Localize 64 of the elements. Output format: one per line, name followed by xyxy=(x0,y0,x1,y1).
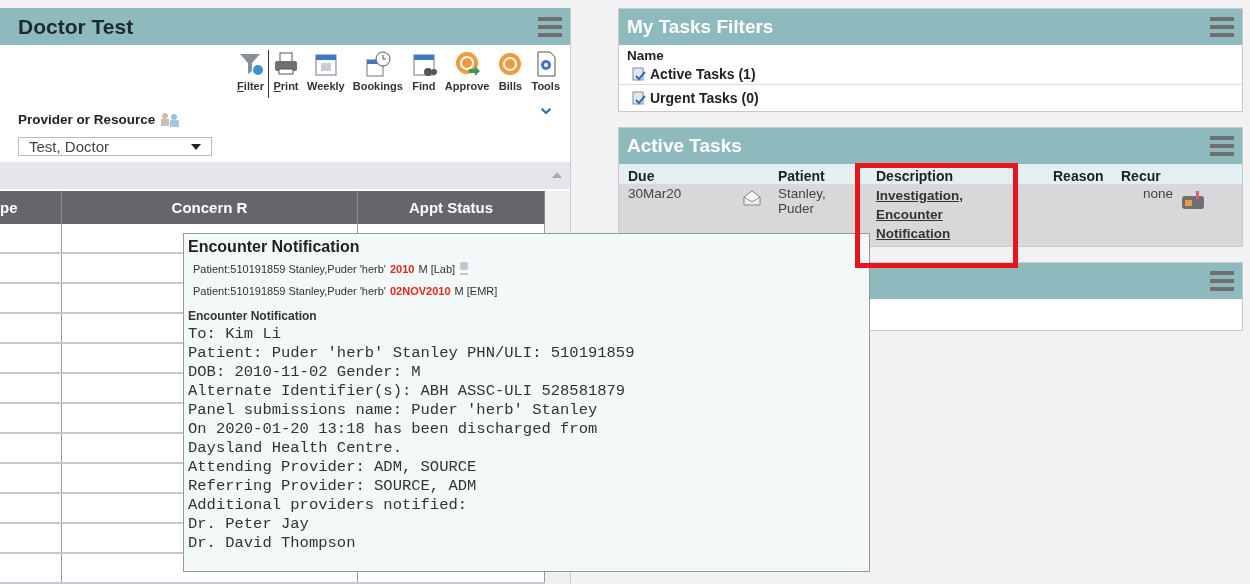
printer-icon xyxy=(273,50,299,78)
message-line: Panel submissions name: Puder 'herb' Stanley xyxy=(188,401,599,420)
column-header: Patient xyxy=(778,168,826,184)
mailbox-icon[interactable] xyxy=(1181,190,1207,210)
table-cell-text: Stanley, Puder xyxy=(778,186,827,216)
menu-icon[interactable] xyxy=(1210,136,1234,156)
filter-item[interactable]: Active Tasks (1) xyxy=(619,63,1242,85)
column-header: Reason xyxy=(1053,168,1105,184)
column-header: Due xyxy=(628,168,656,184)
description-link[interactable]: Investigation, Encounter Notification xyxy=(876,186,1016,243)
message-line: Alternate Identifier(s): ABH ASSC-ULI 528581879 xyxy=(188,382,627,401)
toolbar-button[interactable]: Weekly xyxy=(307,50,345,98)
patient-info: Patient:510191859 Stanley,Puder 'herb' xyxy=(193,285,386,297)
toolbar-button[interactable]: Tools xyxy=(531,50,560,98)
birth-date: 02NOV2010 xyxy=(390,285,451,297)
popup-subtitle: Encounter Notification xyxy=(188,309,318,323)
menu-icon[interactable] xyxy=(538,16,562,37)
message-line: On 2020-01-20 13:18 has been discharged from xyxy=(188,420,599,439)
menu-icon[interactable] xyxy=(1210,271,1234,291)
calendar-clock-icon xyxy=(364,50,391,78)
toolbar-button[interactable]: Print xyxy=(273,50,299,98)
column-header: Concern R xyxy=(62,191,358,224)
toolbar-button[interactable]: Bills xyxy=(497,50,524,98)
message-line: Attending Provider: ADM, SOURCE xyxy=(188,458,478,477)
message-line: Additional providers notified: xyxy=(188,496,469,515)
provider-dropdown[interactable]: Test, Doctor xyxy=(18,137,212,157)
message-line: Patient: Puder 'herb' Stanley PHN/ULI: 510191859 xyxy=(188,344,636,363)
message-line: Dr. David Thompson xyxy=(188,534,357,553)
message-line: Daysland Health Centre. xyxy=(188,439,403,458)
envelope-icon[interactable] xyxy=(743,190,761,206)
task-list-icon xyxy=(631,90,647,106)
column-header: Description xyxy=(876,168,954,184)
column-header: Recur xyxy=(1121,168,1162,184)
column-header: Name xyxy=(626,47,665,63)
patient-info: Patient:510191859 Stanley,Puder 'herb' xyxy=(193,263,386,275)
table-cell-text: 30Mar20 xyxy=(628,186,683,201)
dropdown-arrow-icon[interactable] xyxy=(191,143,201,150)
birth-date: 2010 xyxy=(390,263,415,275)
toolbar-button[interactable]: Approve xyxy=(444,50,490,98)
scroll-up-icon[interactable] xyxy=(552,172,562,179)
message-line: Referring Provider: SOURCE, ADM xyxy=(188,477,478,496)
people-icon xyxy=(160,111,181,128)
field-label: Provider or Resource xyxy=(18,111,156,127)
task-list-icon xyxy=(631,65,647,82)
patient-source: M [Lab] xyxy=(418,263,456,275)
table-cell-text: none xyxy=(1141,186,1174,201)
chevron-down-icon[interactable] xyxy=(539,108,553,116)
toolbar-button[interactable]: Filter xyxy=(237,50,264,98)
panel-title: My Tasks Filters xyxy=(627,16,774,38)
menu-icon[interactable] xyxy=(1210,17,1234,37)
coin-arrow-icon xyxy=(454,50,481,78)
panel-title: Doctor Test xyxy=(18,14,134,39)
message-line: To: Kim Li xyxy=(188,325,282,344)
column-header: pe xyxy=(0,191,62,224)
panel-title: Active Tasks xyxy=(627,135,742,157)
popup-title: Encounter Notification xyxy=(188,238,361,256)
message-line: DOB: 2010-11-02 Gender: M xyxy=(188,363,422,382)
toolbar-button[interactable]: Find xyxy=(410,50,437,98)
filter-item[interactable]: Urgent Tasks (0) xyxy=(619,85,1242,111)
coin-icon xyxy=(497,50,524,78)
document-icon[interactable] xyxy=(459,261,470,277)
patient-source: M [EMR] xyxy=(454,285,498,297)
toolbar-button[interactable]: Bookings xyxy=(352,50,403,98)
message-line: Dr. Peter Jay xyxy=(188,515,310,534)
